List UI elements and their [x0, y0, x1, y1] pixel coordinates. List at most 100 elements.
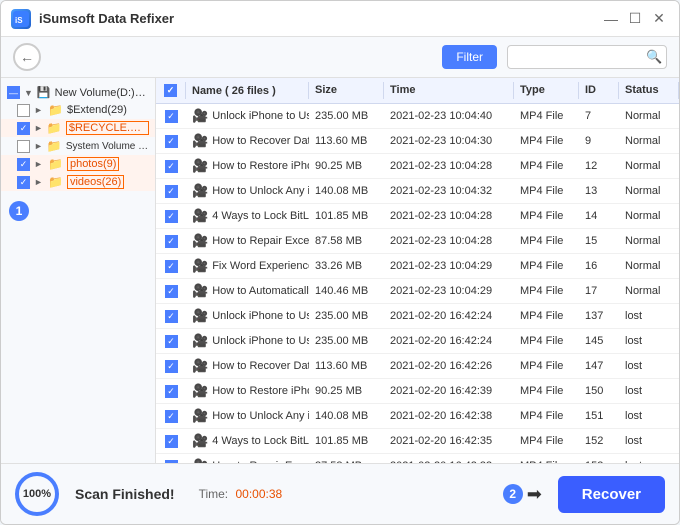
row-size-12: 140.08 MB [309, 408, 384, 424]
row-check-10[interactable]: ✓ [156, 360, 186, 373]
row-size-8: 235.00 MB [309, 308, 384, 324]
sidebar-item-extend[interactable]: ► 📁 $Extend(29) [1, 101, 155, 119]
sidebar-checkbox-sysvolinfo[interactable] [17, 140, 30, 153]
back-button[interactable]: ← [13, 43, 41, 71]
folder-icon-extend: 📁 [48, 103, 63, 117]
row-checkbox-0[interactable]: ✓ [165, 110, 178, 123]
expand-icon-sysvolinfo[interactable]: ► [34, 141, 43, 151]
row-id-4: 14 [579, 208, 619, 224]
row-status-3: Normal [619, 183, 679, 199]
row-check-8[interactable]: ✓ [156, 310, 186, 323]
row-checkbox-11[interactable]: ✓ [165, 385, 178, 398]
file-icon-7: 🎥 [192, 283, 208, 299]
expand-icon-photos[interactable]: ► [34, 159, 44, 169]
scan-finished-label: Scan Finished! [75, 486, 175, 502]
row-status-11: lost [619, 383, 679, 399]
expand-icon-recycle[interactable]: ► [34, 123, 43, 133]
filter-button[interactable]: Filter [442, 45, 497, 69]
row-check-6[interactable]: ✓ [156, 260, 186, 273]
row-checkbox-5[interactable]: ✓ [165, 235, 178, 248]
row-checkbox-6[interactable]: ✓ [165, 260, 178, 273]
row-check-13[interactable]: ✓ [156, 435, 186, 448]
sidebar-label-sysvolinfo: System Volume Information(281) [66, 141, 149, 152]
header-checkbox[interactable]: ✓ [164, 84, 177, 97]
expand-icon[interactable]: ▼ [24, 88, 33, 98]
sidebar-checkbox-photos[interactable]: ✓ [17, 158, 30, 171]
row-id-2: 12 [579, 158, 619, 174]
row-checkbox-8[interactable]: ✓ [165, 310, 178, 323]
sidebar-item-videos[interactable]: ✓ ► 📁 videos(26) [1, 173, 155, 191]
row-checkbox-3[interactable]: ✓ [165, 185, 178, 198]
row-name-11: 🎥 How to Restore iPhone to Factory Setti… [186, 381, 309, 401]
row-check-1[interactable]: ✓ [156, 135, 186, 148]
title-bar: iS iSumsoft Data Refixer — ☐ ✕ [1, 1, 679, 37]
file-icon-9: 🎥 [192, 333, 208, 349]
row-id-9: 145 [579, 333, 619, 349]
row-check-5[interactable]: ✓ [156, 235, 186, 248]
sidebar-checkbox-extend[interactable] [17, 104, 30, 117]
table-row: ✓ 🎥 How to Repair Excel File Corrupted b… [156, 229, 679, 254]
row-status-0: Normal [619, 108, 679, 124]
row-type-0: MP4 File [514, 108, 579, 124]
row-size-2: 90.25 MB [309, 158, 384, 174]
row-check-3[interactable]: ✓ [156, 185, 186, 198]
file-icon-11: 🎥 [192, 383, 208, 399]
recover-button[interactable]: Recover [558, 476, 665, 513]
row-id-12: 151 [579, 408, 619, 424]
progress-value: 100% [23, 488, 51, 500]
title-bar-left: iS iSumsoft Data Refixer [11, 9, 174, 29]
sidebar-item-recycle[interactable]: ✓ ► 📁 $RECYCLE.BIN(141) [1, 119, 155, 137]
row-check-4[interactable]: ✓ [156, 210, 186, 223]
sidebar-item-new-volume[interactable]: ― ▼ 💾 New Volume(D:)(661) [1, 84, 155, 101]
row-time-3: 2021-02-23 10:04:32 [384, 183, 514, 199]
file-icon-8: 🎥 [192, 308, 208, 324]
row-check-7[interactable]: ✓ [156, 285, 186, 298]
search-input[interactable] [516, 50, 646, 64]
sidebar-item-photos[interactable]: ✓ ► 📁 photos(9) [1, 155, 155, 173]
row-checkbox-12[interactable]: ✓ [165, 410, 178, 423]
file-table: ✓ Name ( 26 files ) Size Time Type ID St… [156, 78, 679, 463]
row-name-0: 🎥 Unlock iPhone to Use Accessories.mp4 [186, 106, 309, 126]
row-id-11: 150 [579, 383, 619, 399]
row-id-1: 9 [579, 133, 619, 149]
row-checkbox-1[interactable]: ✓ [165, 135, 178, 148]
row-type-3: MP4 File [514, 183, 579, 199]
sidebar-checkbox-recycle[interactable]: ✓ [17, 122, 30, 135]
row-status-13: lost [619, 433, 679, 449]
sidebar-checkbox-videos[interactable]: ✓ [17, 176, 30, 189]
row-checkbox-2[interactable]: ✓ [165, 160, 178, 173]
folder-icon-sysvolinfo: 📁 [47, 139, 62, 153]
table-row: ✓ 🎥 Unlock iPhone to Use Accessories.mp4… [156, 104, 679, 129]
row-size-10: 113.60 MB [309, 358, 384, 374]
header-size: Size [309, 82, 384, 99]
maximize-button[interactable]: ☐ [625, 9, 645, 29]
row-name-13: 🎥 4 Ways to Lock BitLocker Drive without… [186, 431, 309, 451]
row-checkbox-9[interactable]: ✓ [165, 335, 178, 348]
row-type-13: MP4 File [514, 433, 579, 449]
row-size-7: 140.46 MB [309, 283, 384, 299]
row-check-11[interactable]: ✓ [156, 385, 186, 398]
row-time-13: 2021-02-20 16:42:35 [384, 433, 514, 449]
row-check-2[interactable]: ✓ [156, 160, 186, 173]
row-time-1: 2021-02-23 10:04:30 [384, 133, 514, 149]
row-checkbox-7[interactable]: ✓ [165, 285, 178, 298]
minimize-button[interactable]: — [601, 9, 621, 29]
row-check-12[interactable]: ✓ [156, 410, 186, 423]
sidebar-label-extend: $Extend(29) [67, 104, 127, 116]
sidebar-item-sysvolinfo[interactable]: ► 📁 System Volume Information(281) [1, 137, 155, 155]
row-checkbox-13[interactable]: ✓ [165, 435, 178, 448]
sidebar-checkbox-new-volume[interactable]: ― [7, 86, 20, 99]
row-check-9[interactable]: ✓ [156, 335, 186, 348]
expand-icon-extend[interactable]: ► [34, 105, 44, 115]
row-size-0: 235.00 MB [309, 108, 384, 124]
row-check-0[interactable]: ✓ [156, 110, 186, 123]
close-button[interactable]: ✕ [649, 9, 669, 29]
row-checkbox-10[interactable]: ✓ [165, 360, 178, 373]
search-box: 🔍 [507, 45, 667, 69]
row-status-8: lost [619, 308, 679, 324]
table-body: ✓ 🎥 Unlock iPhone to Use Accessories.mp4… [156, 104, 679, 463]
expand-icon-videos[interactable]: ► [34, 177, 44, 187]
row-checkbox-4[interactable]: ✓ [165, 210, 178, 223]
row-name-4: 🎥 4 Ways to Lock BitLocker Drive without… [186, 206, 309, 226]
row-type-9: MP4 File [514, 333, 579, 349]
